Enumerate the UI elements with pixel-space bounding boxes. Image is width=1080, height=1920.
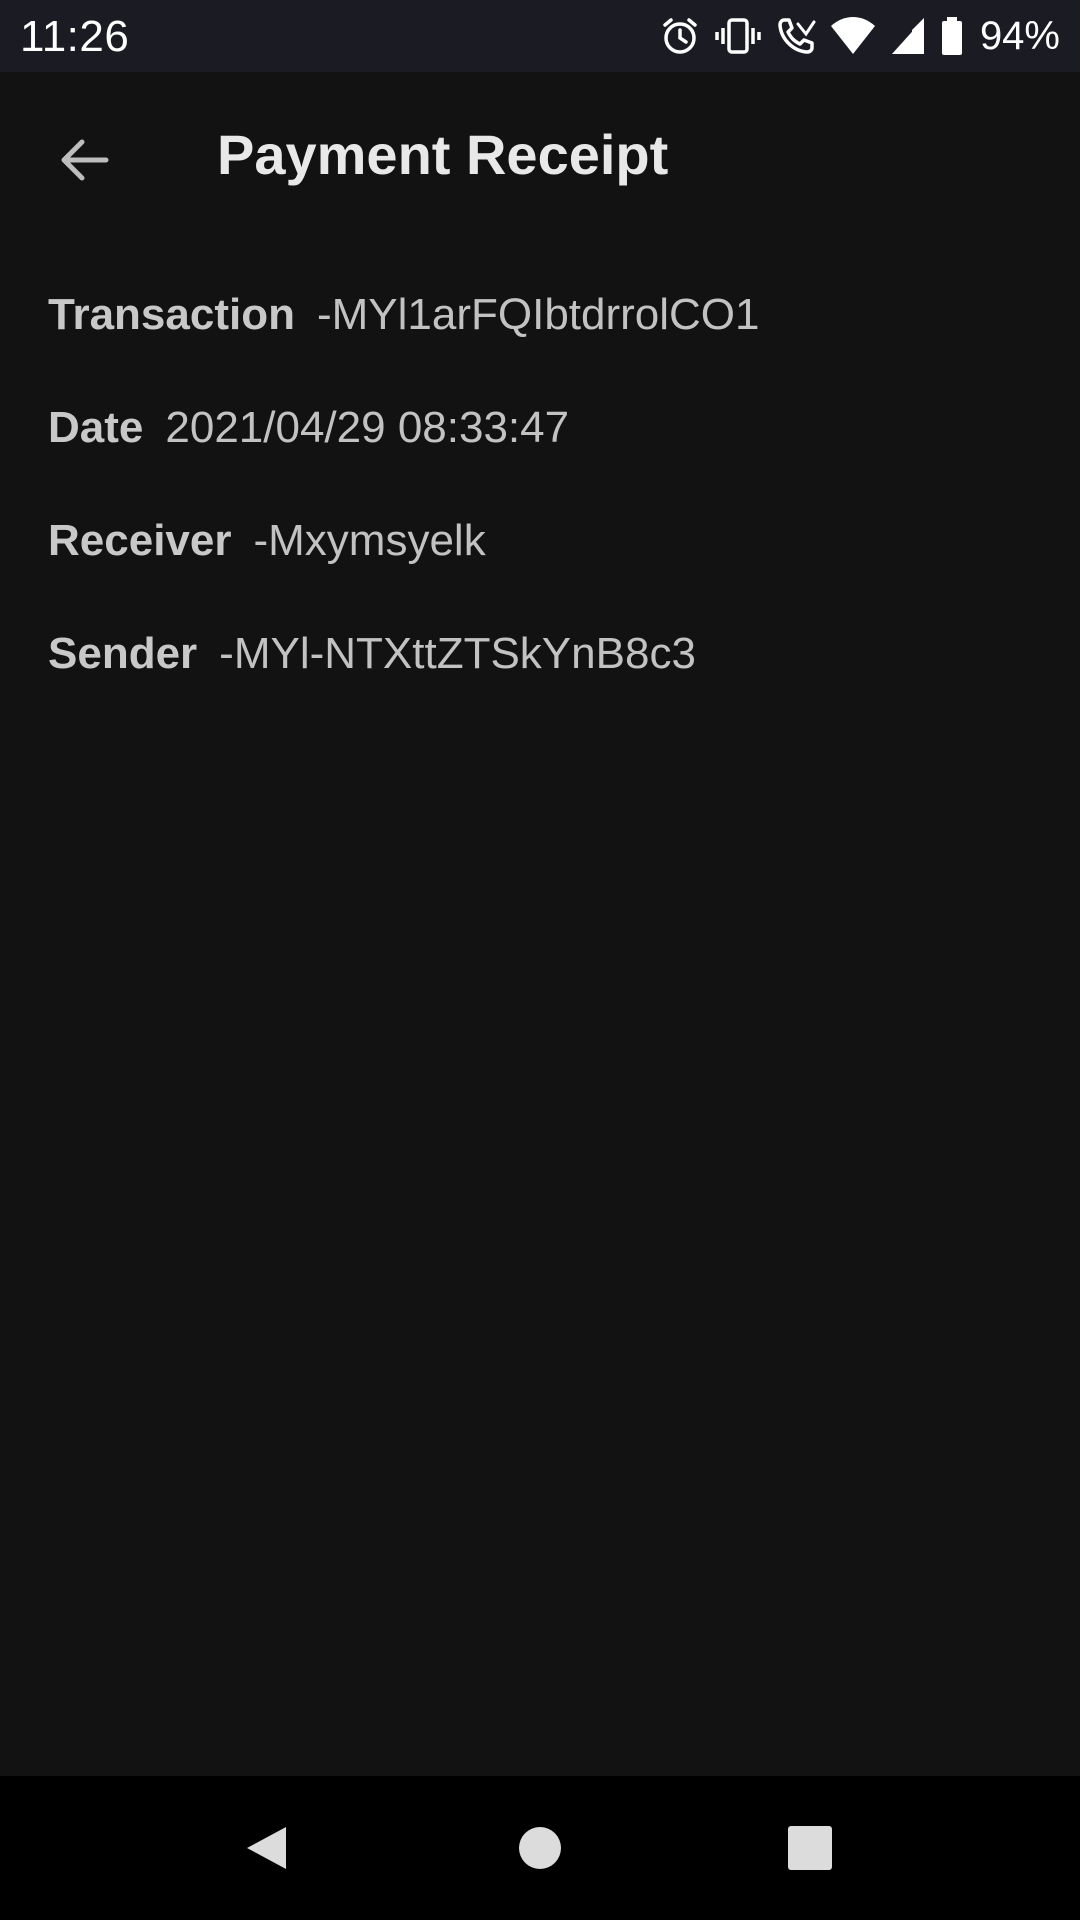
sender-label: Sender	[48, 629, 198, 678]
sender-row: Sender -MYl-NTXttZTSkYnB8c3	[48, 629, 1048, 742]
receipt-details: Transaction -MYl1arFQIbtdrrolCO1 Date 2021…	[48, 290, 1048, 742]
battery-percent: 94%	[979, 13, 1060, 58]
payment-receipt-screen: 11:26 94% Payment Receipt Transaction -M…	[0, 0, 1080, 1920]
nav-recents-button[interactable]	[768, 1806, 852, 1890]
status-time: 11:26	[20, 12, 130, 61]
transaction-row: Transaction -MYl1arFQIbtdrrolCO1	[48, 290, 1048, 403]
nav-back-icon	[247, 1827, 286, 1869]
status-icons: 94%	[646, 8, 1060, 64]
nav-home-icon	[519, 1827, 561, 1869]
wifi-icon	[830, 8, 876, 64]
nav-recents-icon	[788, 1826, 832, 1870]
wifi-call-icon	[776, 8, 816, 64]
alarm-icon	[660, 8, 700, 64]
arrow-back-icon	[61, 139, 109, 181]
navigation-bar	[0, 1776, 1080, 1920]
status-bar: 11:26 94%	[0, 0, 1080, 72]
nav-home-button[interactable]	[498, 1806, 582, 1890]
date-label: Date	[48, 403, 144, 452]
vibrate-icon	[714, 8, 762, 64]
date-value: 2021/04/29 08:33:47	[165, 403, 570, 452]
back-button[interactable]	[42, 118, 126, 202]
nav-back-button[interactable]	[224, 1806, 308, 1890]
receiver-value: -Mxymsyelk	[253, 516, 486, 565]
page-title: Payment Receipt	[217, 123, 669, 186]
receiver-row: Receiver -Mxymsyelk	[48, 516, 1048, 629]
app-bar: Payment Receipt	[0, 72, 1080, 242]
receiver-label: Receiver	[48, 516, 232, 565]
battery-icon	[940, 8, 964, 64]
transaction-label: Transaction	[48, 290, 295, 339]
signal-icon	[890, 8, 926, 64]
transaction-value: -MYl1arFQIbtdrrolCO1	[316, 290, 760, 339]
sender-value: -MYl-NTXttZTSkYnB8c3	[219, 629, 696, 678]
date-row: Date 2021/04/29 08:33:47	[48, 403, 1048, 516]
